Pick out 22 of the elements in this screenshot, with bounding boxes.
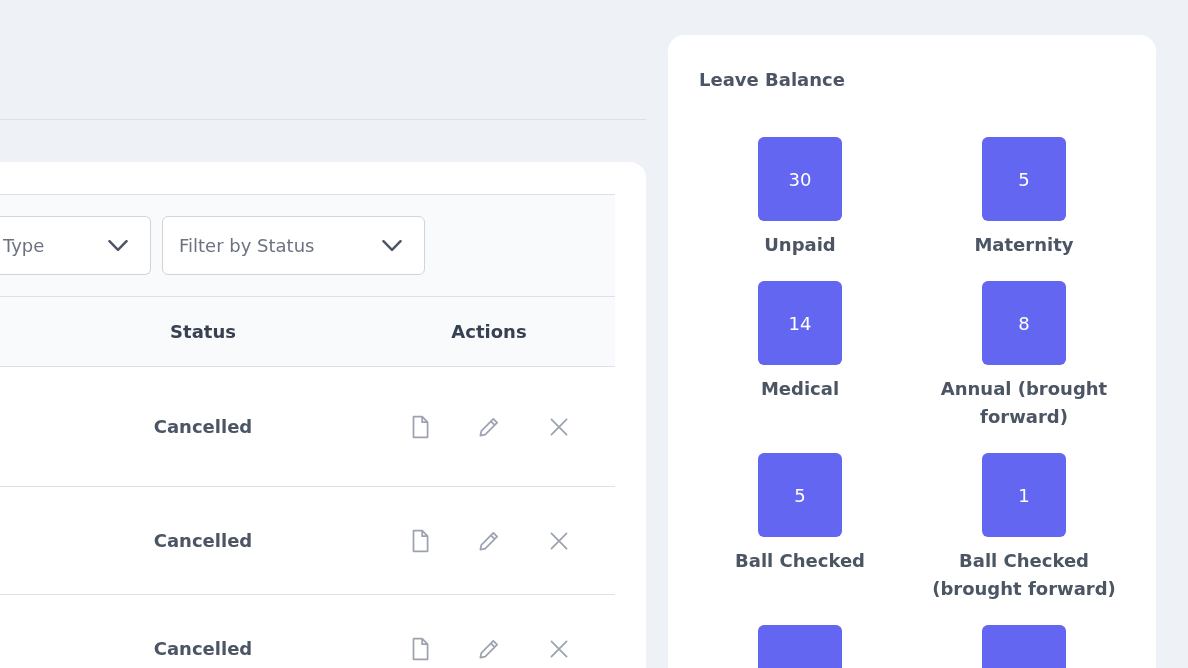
balance-label: Ball Checked (brought forward) bbox=[931, 549, 1117, 601]
balance-label: Ball Checked bbox=[734, 549, 866, 573]
balance-tile: 30 bbox=[758, 137, 842, 221]
column-header: Actions bbox=[450, 321, 528, 342]
status-text: Cancelled bbox=[152, 530, 254, 551]
balance-tile: 5 bbox=[758, 453, 842, 537]
status-text: Cancelled bbox=[152, 638, 254, 659]
balance-tile: 8 bbox=[982, 281, 1066, 365]
balance-label: Maternity bbox=[973, 233, 1075, 257]
balance-label: Annual (brought forward) bbox=[939, 377, 1109, 429]
balance-tile: 5 bbox=[982, 137, 1066, 221]
balance-tile: 1 bbox=[982, 453, 1066, 537]
balance-label: Unpaid bbox=[763, 233, 837, 257]
chevron-down-icon bbox=[108, 240, 128, 251]
balance-label: Medical bbox=[759, 377, 841, 401]
card-title: Leave Balance bbox=[699, 68, 846, 92]
filter-dropdown[interactable]: Type bbox=[0, 216, 151, 275]
balance-tile: 14 bbox=[758, 281, 842, 365]
filter-dropdown[interactable]: Filter by Status bbox=[162, 216, 425, 275]
column-header: Status bbox=[169, 321, 237, 342]
status-text: Cancelled bbox=[152, 416, 254, 437]
chevron-down-icon bbox=[382, 240, 402, 251]
